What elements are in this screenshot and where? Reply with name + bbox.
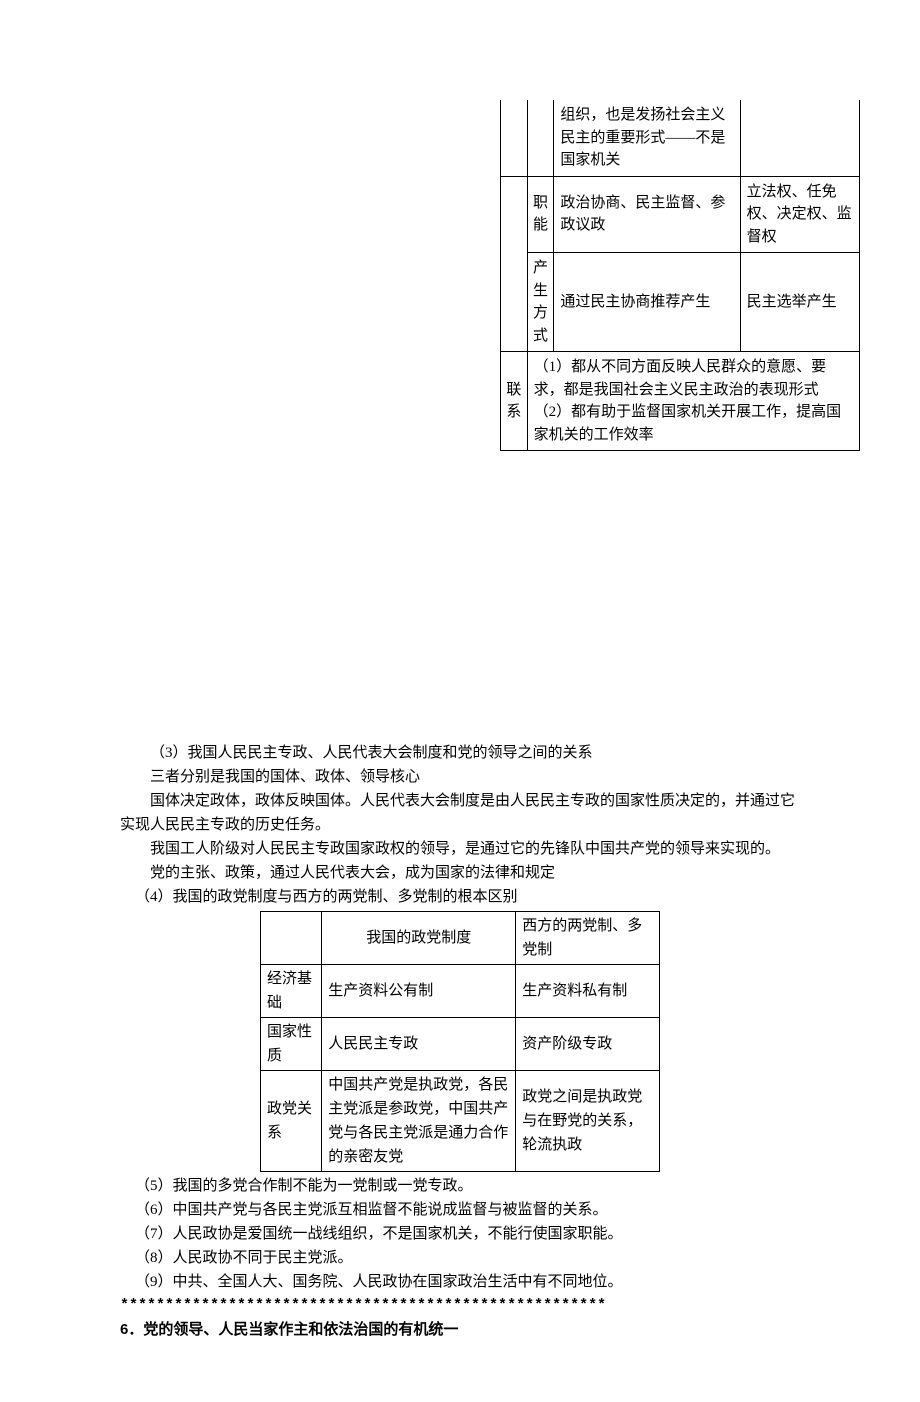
paragraph: （8）人民政协不同于民主党派。: [120, 1246, 800, 1270]
divider-stars: ****************************************…: [120, 1294, 800, 1318]
blank-cell: [501, 100, 528, 176]
paragraph: （3）我国人民民主专政、人民代表大会制度和党的领导之间的关系: [120, 741, 800, 765]
table1-container: 组织，也是发扬社会主义民主的重要形式——不是国家机关 职能 政治协商、民主监督、…: [120, 100, 860, 451]
row-label: 政党关系: [261, 1071, 322, 1172]
cell-text: 民主选举产生: [740, 253, 859, 352]
paragraph: （6）中国共产党与各民主党派互相监督不能说成监督与被监督的关系。: [120, 1198, 800, 1222]
row-label: 联系: [501, 352, 528, 451]
blank-header: [261, 912, 322, 965]
cell-text: 资产阶级专政: [516, 1018, 660, 1071]
section-heading: 6．党的领导、人民当家作主和依法治国的有机统一: [120, 1318, 800, 1342]
row-label: 经济基础: [261, 965, 322, 1018]
table-row: 产生方式 通过民主协商推荐产生 民主选举产生: [501, 253, 860, 352]
row-label: 国家性质: [261, 1018, 322, 1071]
cell-text: 通过民主协商推荐产生: [554, 253, 740, 352]
table-row: 联系 （1）都从不同方面反映人民群众的意愿、要求，都是我国社会主义民主政治的表现…: [501, 352, 860, 451]
body-text-block-2: （5）我国的多党合作制不能为一党制或一党专政。 （6）中国共产党与各民主党派互相…: [120, 1174, 800, 1342]
cell-text: 生产资料公有制: [322, 965, 516, 1018]
comparison-table-2: 我国的政党制度 西方的两党制、多党制 经济基础 生产资料公有制 生产资料私有制 …: [260, 911, 660, 1172]
cell-text: （1）都从不同方面反映人民群众的意愿、要求，都是我国社会主义民主政治的表现形式 …: [527, 352, 859, 451]
paragraph: （5）我国的多党合作制不能为一党制或一党专政。: [120, 1174, 800, 1198]
cell-text: 中国共产党是执政党，各民主党派是参政党，中国共产党与各民主党派是通力合作的亲密友…: [322, 1071, 516, 1172]
cell-text: [740, 100, 859, 176]
cell-text: 人民民主专政: [322, 1018, 516, 1071]
column-header: 我国的政党制度: [322, 912, 516, 965]
paragraph: 党的主张、政策，通过人民代表大会，成为国家的法律和规定: [120, 861, 800, 885]
paragraph: 我国工人阶级对人民民主专政国家政权的领导，是通过它的先锋队中国共产党的领导来实现…: [120, 837, 800, 861]
row-label: 职能: [527, 176, 554, 253]
vertical-gap: [120, 451, 800, 741]
paragraph: （9）中共、全国人大、国务院、人民政协在国家政治生活中有不同地位。: [120, 1270, 800, 1294]
paragraph: 国体决定政体，政体反映国体。人民代表大会制度是由人民民主专政的国家性质决定的，并…: [120, 789, 800, 837]
column-header: 西方的两党制、多党制: [516, 912, 660, 965]
cell-text: 生产资料私有制: [516, 965, 660, 1018]
blank-cell: [501, 176, 528, 352]
blank-cell: [527, 100, 554, 176]
table2-container: 我国的政党制度 西方的两党制、多党制 经济基础 生产资料公有制 生产资料私有制 …: [120, 911, 800, 1172]
table-row: 我国的政党制度 西方的两党制、多党制: [261, 912, 660, 965]
paragraph: 三者分别是我国的国体、政体、领导核心: [120, 765, 800, 789]
cell-text: 政党之间是执政党与在野党的关系，轮流执政: [516, 1071, 660, 1172]
comparison-table-1: 组织，也是发扬社会主义民主的重要形式——不是国家机关 职能 政治协商、民主监督、…: [500, 100, 860, 451]
paragraph: （4）我国的政党制度与西方的两党制、多党制的根本区别: [120, 885, 800, 909]
table-row: 政党关系 中国共产党是执政党，各民主党派是参政党，中国共产党与各民主党派是通力合…: [261, 1071, 660, 1172]
row-label: 产生方式: [527, 253, 554, 352]
body-text-block-1: （3）我国人民民主专政、人民代表大会制度和党的领导之间的关系 三者分别是我国的国…: [120, 741, 800, 909]
table-row: 职能 政治协商、民主监督、参政议政 立法权、任免权、决定权、监督权: [501, 176, 860, 253]
table-row: 经济基础 生产资料公有制 生产资料私有制: [261, 965, 660, 1018]
document-page: 组织，也是发扬社会主义民主的重要形式——不是国家机关 职能 政治协商、民主监督、…: [0, 0, 920, 1402]
cell-text: 立法权、任免权、决定权、监督权: [740, 176, 859, 253]
paragraph: （7）人民政协是爱国统一战线组织，不是国家机关，不能行使国家职能。: [120, 1222, 800, 1246]
cell-text: 政治协商、民主监督、参政议政: [554, 176, 740, 253]
table-row: 组织，也是发扬社会主义民主的重要形式——不是国家机关: [501, 100, 860, 176]
table-row: 国家性质 人民民主专政 资产阶级专政: [261, 1018, 660, 1071]
cell-text: 组织，也是发扬社会主义民主的重要形式——不是国家机关: [554, 100, 740, 176]
